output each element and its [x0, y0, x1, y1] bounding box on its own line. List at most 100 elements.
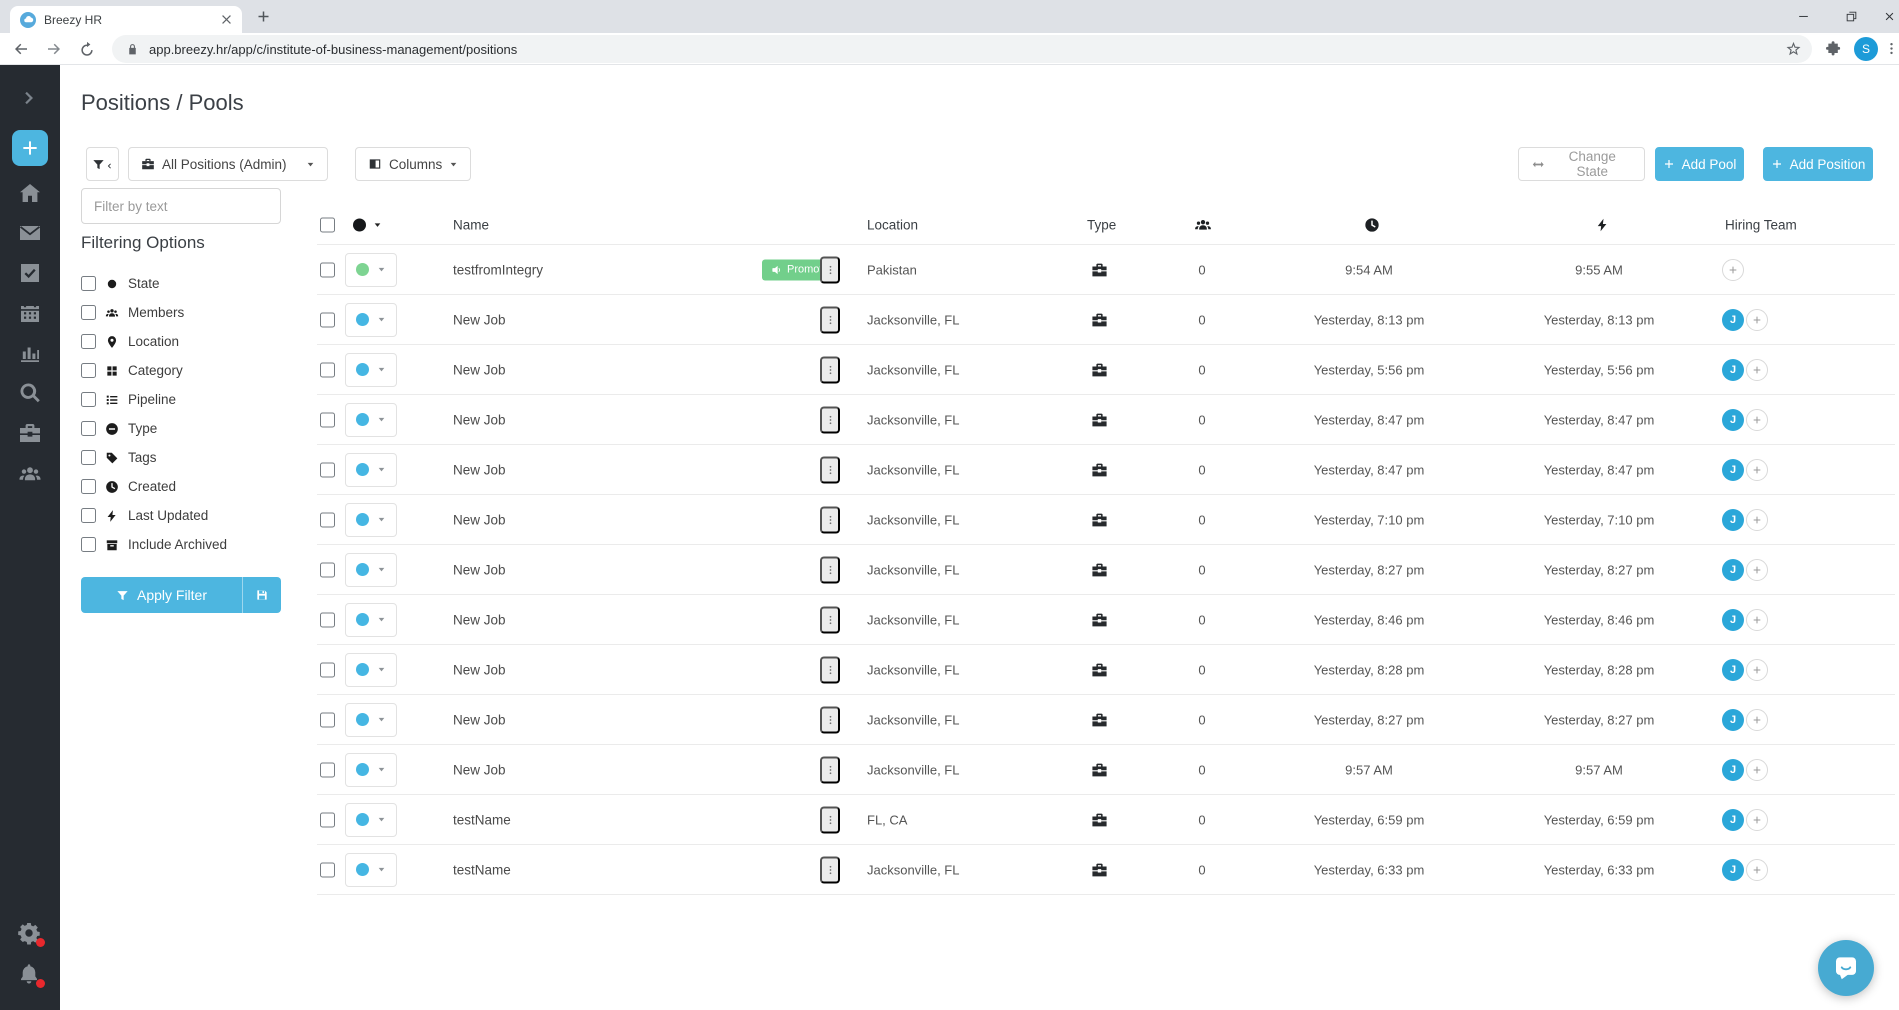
window-minimize-button[interactable] — [1786, 0, 1820, 33]
add-team-member-button[interactable] — [1746, 608, 1768, 631]
header-created-icon[interactable] — [1364, 217, 1380, 233]
row-menu-button[interactable] — [820, 506, 840, 533]
sidebar-item-inbox[interactable] — [18, 221, 42, 245]
hiring-team-avatar[interactable]: J — [1722, 808, 1744, 831]
row-menu-button[interactable] — [820, 256, 840, 283]
add-team-member-button[interactable] — [1746, 758, 1768, 781]
state-dropdown[interactable] — [345, 302, 397, 337]
row-checkbox[interactable] — [320, 362, 335, 377]
state-dropdown[interactable] — [345, 352, 397, 387]
address-bar[interactable]: app.breezy.hr/app/c/institute-of-busines… — [112, 35, 1812, 63]
add-team-member-button[interactable] — [1746, 358, 1768, 381]
position-name[interactable]: New Job — [453, 362, 506, 377]
sidebar-item-settings[interactable] — [17, 921, 45, 947]
hiring-team-avatar[interactable]: J — [1722, 658, 1744, 681]
back-button[interactable] — [12, 40, 30, 58]
hiring-team-avatar[interactable]: J — [1722, 508, 1744, 531]
row-checkbox[interactable] — [320, 812, 335, 827]
filter-text-input[interactable] — [81, 188, 281, 224]
state-dropdown[interactable] — [345, 802, 397, 837]
position-name[interactable]: New Job — [453, 462, 506, 477]
filter-checkbox[interactable] — [81, 392, 96, 407]
select-all-checkbox[interactable] — [320, 217, 335, 232]
browser-tab[interactable]: Breezy HR — [10, 6, 242, 33]
columns-dropdown[interactable]: Columns — [355, 147, 472, 181]
add-team-member-button[interactable] — [1746, 708, 1768, 731]
add-team-member-button[interactable] — [1746, 658, 1768, 681]
new-tab-button[interactable] — [256, 9, 271, 24]
position-name[interactable]: testfromIntegry — [453, 262, 543, 277]
add-team-member-button[interactable] — [1746, 458, 1768, 481]
row-menu-button[interactable] — [820, 706, 840, 733]
add-pool-button[interactable]: Add Pool — [1655, 147, 1744, 181]
state-dropdown[interactable] — [345, 252, 397, 287]
filter-checkbox[interactable] — [81, 537, 96, 552]
sidebar-item-quick-add[interactable] — [12, 130, 48, 166]
header-updated-icon[interactable] — [1595, 217, 1610, 232]
position-name[interactable]: testName — [453, 862, 511, 877]
row-menu-button[interactable] — [820, 656, 840, 683]
add-position-button[interactable]: Add Position — [1763, 147, 1873, 181]
sidebar-item-notifications[interactable] — [17, 962, 45, 988]
row-menu-button[interactable] — [820, 556, 840, 583]
filter-checkbox[interactable] — [81, 450, 96, 465]
window-restore-button[interactable] — [1834, 0, 1868, 33]
bookmark-star-icon[interactable] — [1785, 41, 1802, 58]
state-dropdown[interactable] — [345, 702, 397, 737]
state-dropdown[interactable] — [345, 652, 397, 687]
caret-down-icon[interactable] — [373, 220, 382, 229]
position-name[interactable]: New Job — [453, 712, 506, 727]
apply-filter-main[interactable]: Apply Filter — [81, 577, 242, 613]
header-hiring-team[interactable]: Hiring Team — [1725, 217, 1797, 232]
sidebar-item-calendar[interactable] — [18, 301, 42, 325]
add-team-member-button[interactable] — [1746, 408, 1768, 431]
sidebar-item-positions[interactable] — [18, 421, 42, 445]
sidebar-item-tasks[interactable] — [18, 261, 42, 285]
forward-button[interactable] — [45, 40, 63, 58]
row-checkbox[interactable] — [320, 412, 335, 427]
sidebar-item-home[interactable] — [18, 181, 42, 205]
reload-button[interactable] — [78, 40, 96, 58]
row-menu-button[interactable] — [820, 356, 840, 383]
state-dropdown[interactable] — [345, 752, 397, 787]
row-checkbox[interactable] — [320, 262, 335, 277]
header-candidates-icon[interactable] — [1194, 216, 1212, 234]
position-name[interactable]: New Job — [453, 762, 506, 777]
sidebar-item-expand[interactable] — [20, 88, 40, 108]
state-dropdown[interactable] — [345, 552, 397, 587]
save-filter-button[interactable] — [243, 577, 281, 613]
filter-checkbox[interactable] — [81, 334, 96, 349]
hiring-team-avatar[interactable]: J — [1722, 308, 1744, 331]
filter-checkbox[interactable] — [81, 421, 96, 436]
extensions-puzzle-icon[interactable] — [1824, 40, 1842, 58]
row-menu-button[interactable] — [820, 306, 840, 333]
hiring-team-avatar[interactable]: J — [1722, 758, 1744, 781]
row-menu-button[interactable] — [820, 806, 840, 833]
tab-close-icon[interactable] — [219, 12, 234, 27]
position-name[interactable]: New Job — [453, 662, 506, 677]
hiring-team-avatar[interactable]: J — [1722, 608, 1744, 631]
state-dropdown[interactable] — [345, 502, 397, 537]
row-checkbox[interactable] — [320, 762, 335, 777]
sidebar-item-candidates[interactable] — [18, 462, 42, 486]
position-name[interactable]: New Job — [453, 412, 506, 427]
row-menu-button[interactable] — [820, 406, 840, 433]
row-checkbox[interactable] — [320, 662, 335, 677]
row-checkbox[interactable] — [320, 562, 335, 577]
filter-checkbox[interactable] — [81, 276, 96, 291]
state-dropdown[interactable] — [345, 852, 397, 887]
sidebar-item-search[interactable] — [18, 381, 42, 405]
filter-checkbox[interactable] — [81, 363, 96, 378]
state-dropdown[interactable] — [345, 452, 397, 487]
add-team-member-button[interactable] — [1746, 808, 1768, 831]
window-close-button[interactable] — [1872, 0, 1899, 33]
row-menu-button[interactable] — [820, 456, 840, 483]
hiring-team-avatar[interactable]: J — [1722, 708, 1744, 731]
position-name[interactable]: testName — [453, 812, 511, 827]
row-checkbox[interactable] — [320, 512, 335, 527]
hiring-team-avatar[interactable]: J — [1722, 558, 1744, 581]
chat-button[interactable] — [1818, 940, 1874, 996]
add-team-member-button[interactable] — [1746, 308, 1768, 331]
filter-toggle-button[interactable] — [86, 147, 119, 181]
hiring-team-avatar[interactable]: J — [1722, 458, 1744, 481]
